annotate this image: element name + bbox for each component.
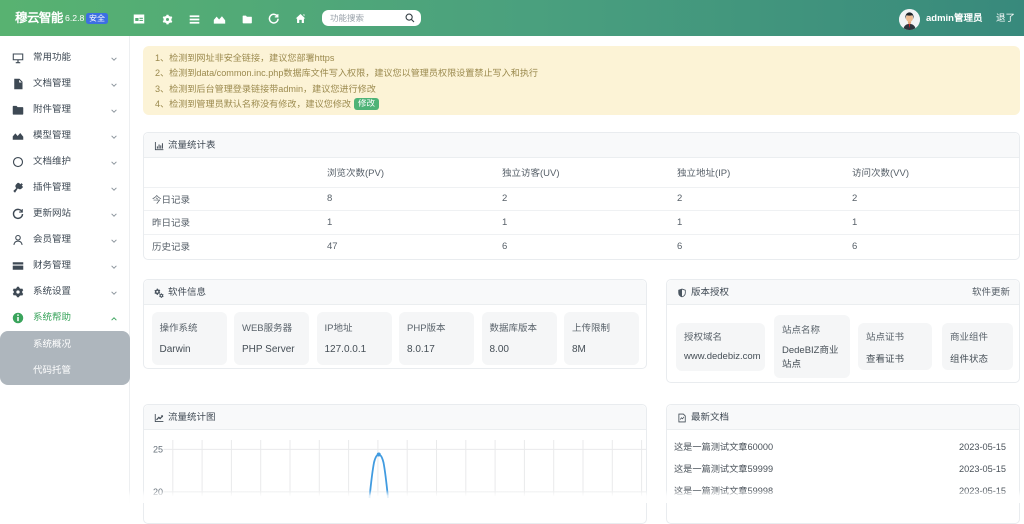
- svg-text:25: 25: [153, 445, 163, 455]
